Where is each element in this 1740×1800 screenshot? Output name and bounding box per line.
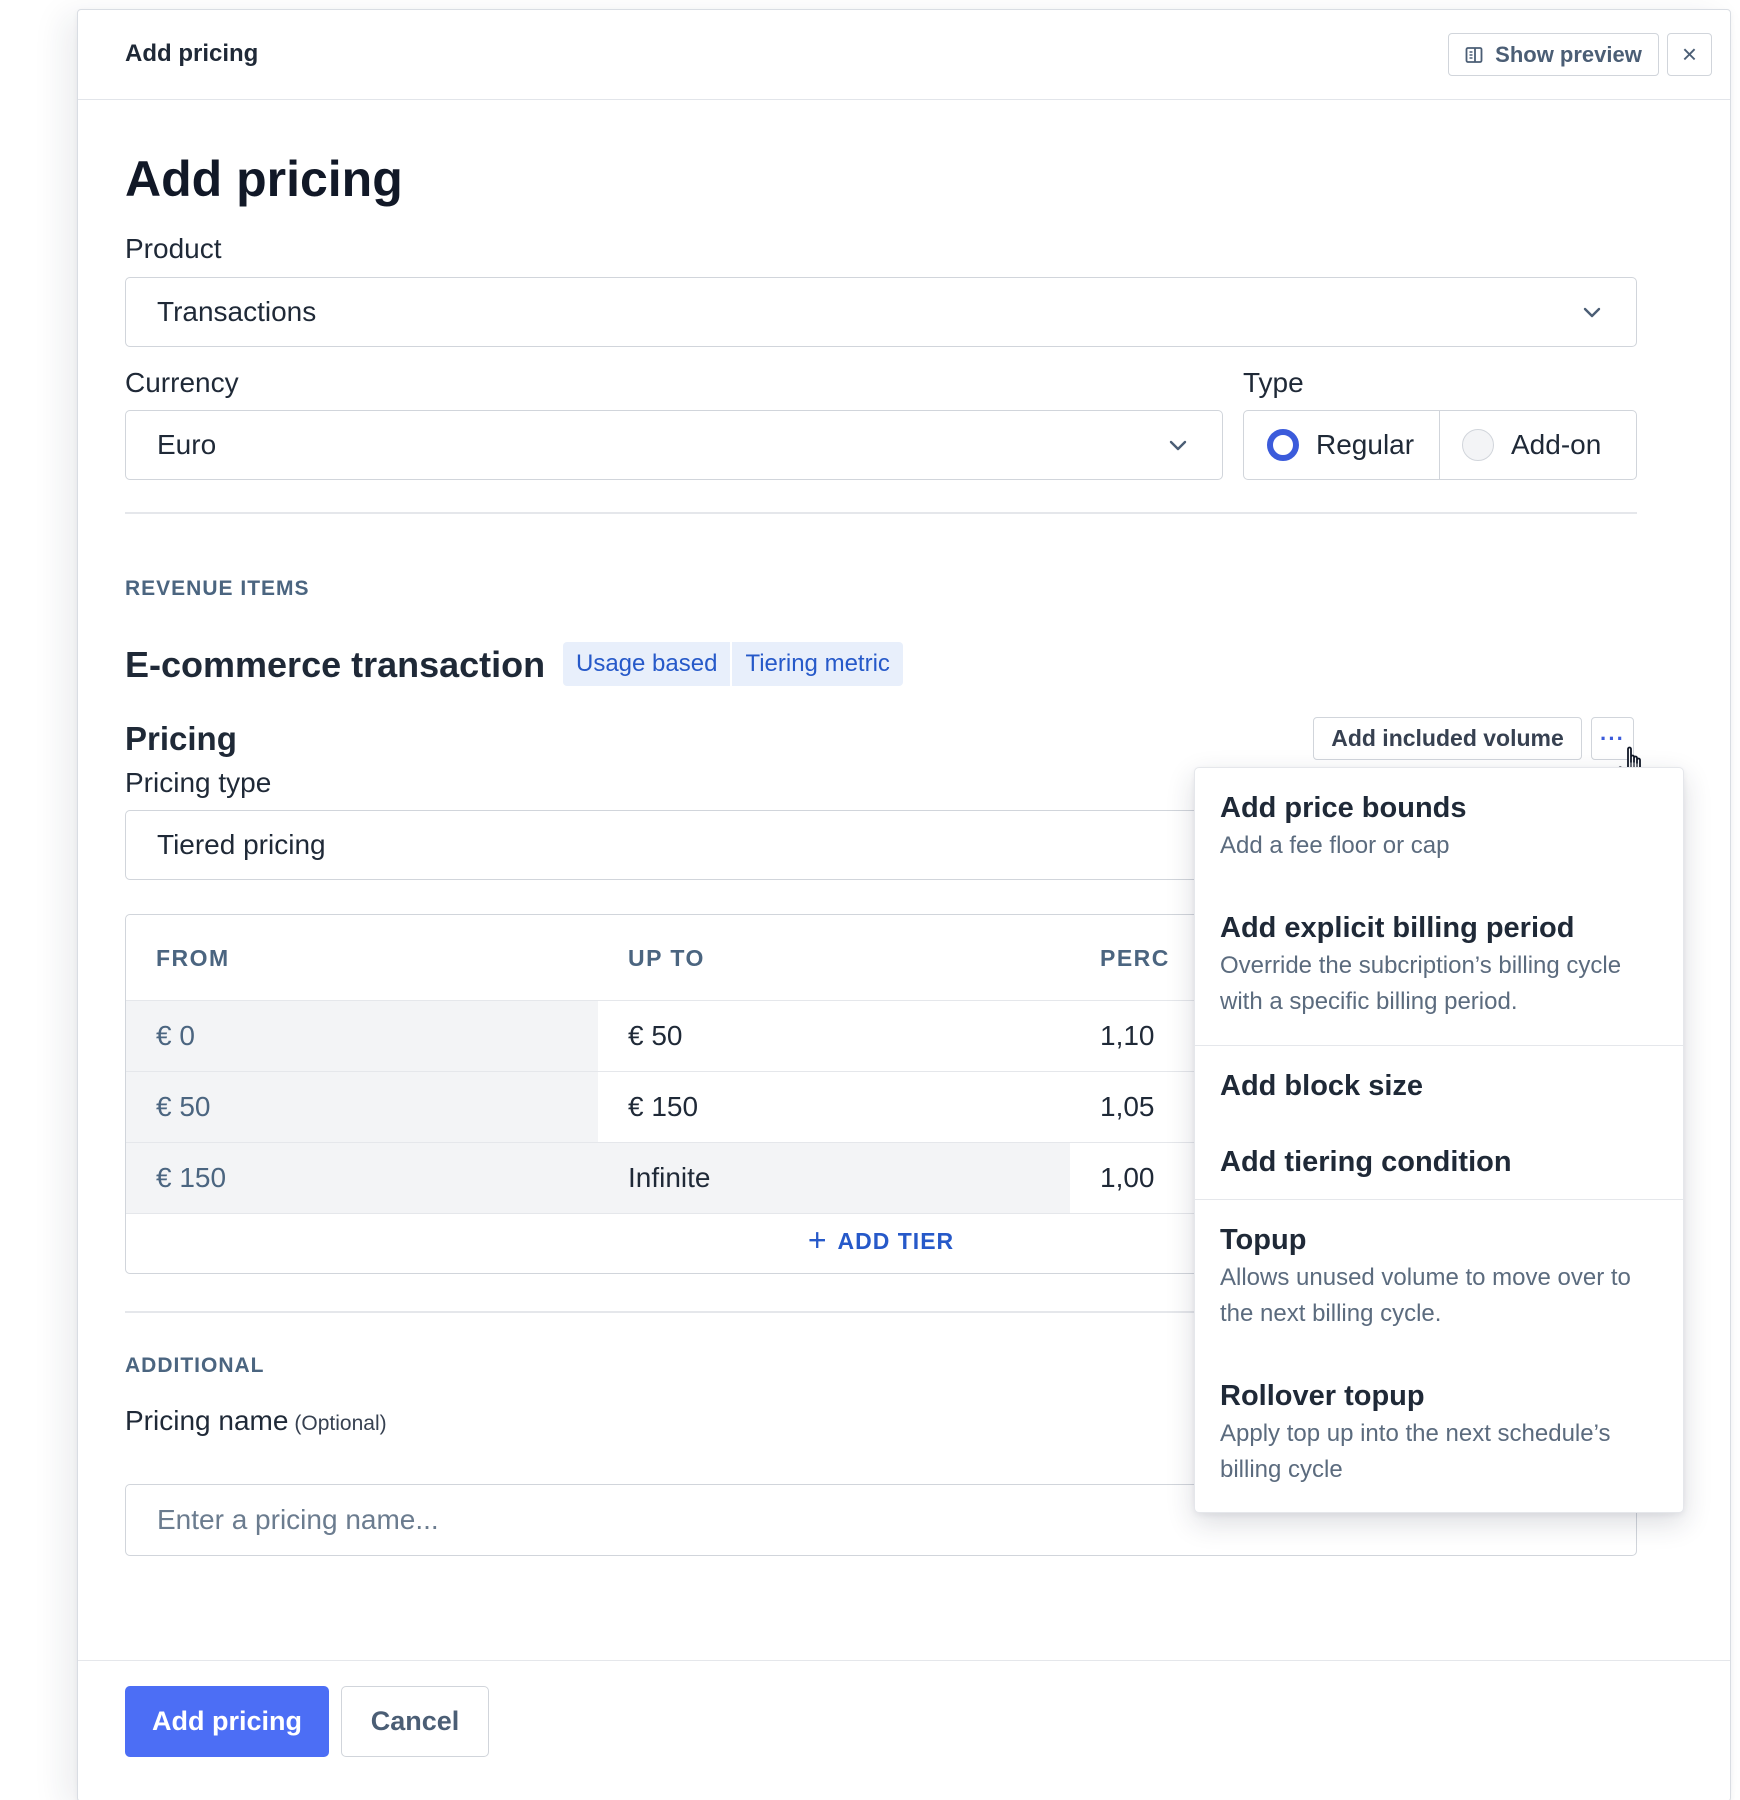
- revenue-item-title: E-commerce transaction: [125, 644, 546, 685]
- column-header-from: FROM: [156, 945, 230, 971]
- optional-hint: (Optional): [294, 1412, 387, 1435]
- product-value: Transactions: [157, 296, 317, 327]
- add-pricing-button[interactable]: Add pricing: [125, 1686, 329, 1757]
- badge-usage-based: Usage based: [563, 642, 731, 686]
- product-label: Product: [125, 233, 222, 264]
- close-button[interactable]: ×: [1667, 33, 1712, 76]
- modal-header: Add pricing Show preview ×: [78, 10, 1730, 100]
- menu-item-title: Add block size: [1220, 1070, 1424, 1102]
- menu-separator: [1195, 1199, 1683, 1200]
- menu-separator: [1195, 1045, 1683, 1046]
- modal-header-title: Add pricing: [125, 40, 259, 67]
- badge-tiering-metric: Tiering metric: [732, 642, 903, 686]
- pricing-title: Pricing: [125, 720, 237, 757]
- radio-selected-icon: [1267, 429, 1299, 461]
- menu-item-title: Topup: [1220, 1224, 1307, 1256]
- tier-up-to-cell[interactable]: € 50: [598, 1001, 1070, 1071]
- menu-item-title: Add explicit billing period: [1220, 912, 1575, 944]
- chevron-down-icon: [1169, 440, 1187, 451]
- pricing-name-label: Pricing name: [125, 1405, 289, 1436]
- show-preview-button[interactable]: Show preview: [1448, 33, 1659, 76]
- menu-item-rollover-topup[interactable]: Rollover topup Apply top up into the nex…: [1220, 1378, 1663, 1488]
- menu-item-add-price-bounds[interactable]: Add price bounds Add a fee floor or cap: [1220, 790, 1663, 864]
- product-select[interactable]: Transactions: [125, 277, 1637, 347]
- type-option-add-on[interactable]: Add-on: [1440, 411, 1636, 479]
- menu-item-add-explicit-billing-period[interactable]: Add explicit billing period Override the…: [1220, 910, 1663, 1020]
- tier-from-cell[interactable]: € 50: [126, 1072, 598, 1142]
- menu-item-add-tiering-condition[interactable]: Add tiering condition: [1220, 1144, 1663, 1180]
- revenue-item-badges: Usage based Tiering metric: [563, 642, 903, 686]
- section-divider: [125, 512, 1637, 514]
- add-tier-label: ADD TIER: [837, 1228, 955, 1254]
- column-header-up-to: UP TO: [628, 945, 705, 971]
- menu-item-title: Rollover topup: [1220, 1380, 1425, 1412]
- page-title: Add pricing: [125, 151, 403, 207]
- type-option-label: Add-on: [1511, 429, 1602, 460]
- more-options-menu: Add price bounds Add a fee floor or cap …: [1194, 767, 1684, 1513]
- show-preview-label: Show preview: [1495, 41, 1642, 67]
- preview-icon: [1465, 46, 1483, 63]
- menu-item-add-block-size[interactable]: Add block size: [1220, 1068, 1663, 1104]
- tier-up-to-cell[interactable]: € 150: [598, 1072, 1070, 1142]
- tier-from-cell[interactable]: € 0: [126, 1001, 598, 1071]
- additional-label: ADDITIONAL: [125, 1354, 265, 1377]
- type-option-label: Regular: [1316, 429, 1415, 460]
- chevron-down-icon: [1583, 307, 1601, 318]
- menu-item-title: Add tiering condition: [1220, 1146, 1512, 1178]
- currency-value: Euro: [157, 429, 217, 460]
- cancel-button[interactable]: Cancel: [341, 1686, 489, 1757]
- type-option-regular[interactable]: Regular: [1244, 411, 1440, 479]
- close-icon: ×: [1681, 39, 1698, 69]
- type-radio-group: Regular Add-on: [1243, 410, 1637, 480]
- pricing-type-label: Pricing type: [125, 767, 272, 798]
- pricing-name-label-row: Pricing name (Optional): [125, 1405, 387, 1437]
- menu-item-title: Add price bounds: [1220, 792, 1467, 824]
- menu-item-description: Allows unused volume to move over to the…: [1220, 1264, 1631, 1327]
- radio-unselected-icon: [1462, 429, 1494, 461]
- menu-item-description: Add a fee floor or cap: [1220, 832, 1450, 859]
- currency-label: Currency: [125, 367, 239, 398]
- menu-item-description: Override the subcription’s billing cycle…: [1220, 952, 1622, 1015]
- tier-up-to-cell[interactable]: Infinite: [598, 1143, 1070, 1213]
- currency-select[interactable]: Euro: [125, 410, 1223, 480]
- pricing-type-value: Tiered pricing: [157, 829, 326, 860]
- plus-icon: +: [807, 1221, 828, 1258]
- menu-item-description: Apply top up into the next schedule’s bi…: [1220, 1420, 1611, 1483]
- revenue-items-label: REVENUE ITEMS: [125, 577, 310, 600]
- add-included-volume-button[interactable]: Add included volume: [1313, 717, 1582, 760]
- type-label: Type: [1243, 367, 1304, 398]
- menu-item-topup[interactable]: Topup Allows unused volume to move over …: [1220, 1222, 1663, 1332]
- column-header-perc: PERC: [1100, 945, 1170, 971]
- footer-divider: [78, 1660, 1730, 1661]
- tier-from-cell[interactable]: € 150: [126, 1143, 598, 1213]
